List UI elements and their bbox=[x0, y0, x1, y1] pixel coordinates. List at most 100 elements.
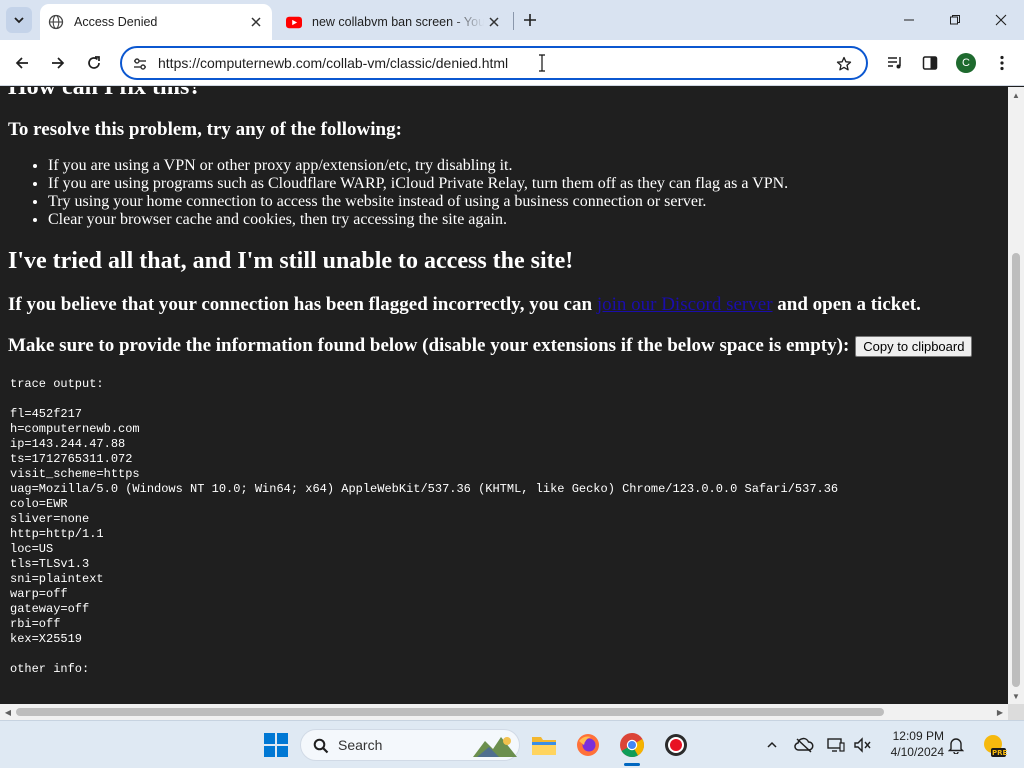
weather-badge-text: PRE bbox=[992, 749, 1008, 757]
avatar-initial: C bbox=[962, 57, 970, 69]
list-item: Clear your browser cache and cookies, th… bbox=[48, 211, 998, 229]
trace-line: colo=EWR bbox=[10, 497, 68, 511]
page-content: How can I fix this? To resolve this prob… bbox=[8, 87, 998, 677]
browser-toolbar: https://computernewb.com/collab-vm/class… bbox=[0, 40, 1024, 86]
discord-link[interactable]: join our Discord server bbox=[597, 294, 773, 315]
taskbar-search[interactable]: Search bbox=[300, 729, 520, 761]
tab-search-button[interactable] bbox=[6, 7, 32, 33]
start-button[interactable] bbox=[260, 729, 292, 761]
restore-button[interactable] bbox=[932, 0, 978, 40]
site-info-icon[interactable] bbox=[130, 54, 150, 74]
copy-to-clipboard-button[interactable]: Copy to clipboard bbox=[855, 335, 973, 357]
file-explorer-icon[interactable] bbox=[528, 729, 560, 761]
windows-taskbar: Search 12:09 PM 4/10/2024 PRE bbox=[0, 720, 1024, 768]
side-panel-icon[interactable] bbox=[919, 52, 941, 74]
horizontal-scroll-thumb[interactable] bbox=[16, 708, 884, 716]
chevron-down-icon bbox=[14, 17, 24, 24]
weather-widget-icon[interactable]: PRE bbox=[980, 732, 1008, 758]
tab-access-denied[interactable]: Access Denied bbox=[40, 4, 272, 40]
obs-recorder-icon[interactable] bbox=[660, 729, 692, 761]
chrome-icon[interactable] bbox=[616, 729, 648, 761]
search-icon bbox=[313, 738, 329, 754]
close-icon bbox=[995, 14, 1007, 26]
taskbar-clock[interactable]: 12:09 PM 4/10/2024 bbox=[880, 728, 944, 760]
trace-line: sni=plaintext bbox=[10, 572, 104, 586]
back-button[interactable] bbox=[9, 50, 35, 76]
tab-youtube[interactable]: new collabvm ban screen - You bbox=[278, 4, 510, 40]
list-item: If you are using programs such as Cloudf… bbox=[48, 175, 998, 193]
cloud-offline-icon[interactable] bbox=[794, 735, 814, 755]
vertical-scrollbar[interactable]: ▲ ▼ bbox=[1008, 87, 1024, 704]
speaker-muted-icon[interactable] bbox=[852, 735, 872, 755]
forward-button[interactable] bbox=[45, 50, 71, 76]
trace-line: gateway=off bbox=[10, 602, 90, 616]
other-info-label: other info: bbox=[10, 662, 90, 676]
heading-resolve: To resolve this problem, try any of the … bbox=[8, 119, 402, 140]
scroll-down-icon[interactable]: ▼ bbox=[1008, 688, 1024, 704]
trace-line: sliver=none bbox=[10, 512, 90, 526]
address-bar[interactable]: https://computernewb.com/collab-vm/class… bbox=[120, 46, 868, 80]
bookmark-star-icon[interactable] bbox=[834, 54, 854, 74]
scroll-up-icon[interactable]: ▲ bbox=[1008, 87, 1024, 103]
trace-line: kex=X25519 bbox=[10, 632, 83, 646]
tab-title: new collabvm ban screen - You bbox=[312, 15, 484, 29]
scroll-left-icon[interactable]: ◀ bbox=[0, 704, 16, 720]
tab-separator bbox=[513, 12, 514, 30]
trace-line: fl=452f217 bbox=[10, 407, 83, 421]
search-highlight-icon bbox=[473, 737, 517, 757]
minimize-icon bbox=[904, 19, 914, 21]
trace-output-block: trace output: fl=452f217 h=computernewb.… bbox=[8, 377, 998, 677]
make-sure-text: Make sure to provide the information fou… bbox=[8, 335, 850, 356]
vertical-scroll-thumb[interactable] bbox=[1012, 253, 1020, 687]
horizontal-scrollbar[interactable]: ◀ ▶ bbox=[0, 704, 1008, 720]
trace-line: ip=143.244.47.88 bbox=[10, 437, 126, 451]
heading-how-to-fix: How can I fix this? bbox=[8, 87, 202, 100]
chevron-up-icon[interactable] bbox=[762, 735, 782, 755]
firefox-icon[interactable] bbox=[572, 729, 604, 761]
page-viewport: How can I fix this? To resolve this prob… bbox=[0, 87, 1008, 704]
make-sure-paragraph: Make sure to provide the information fou… bbox=[8, 335, 998, 357]
arrow-right-icon bbox=[52, 57, 65, 69]
trace-line: http=http/1.1 bbox=[10, 527, 104, 541]
scroll-right-icon[interactable]: ▶ bbox=[992, 704, 1008, 720]
restore-icon bbox=[950, 15, 960, 25]
youtube-icon bbox=[286, 14, 302, 30]
plus-icon bbox=[524, 14, 536, 26]
trace-line: tls=TLSv1.3 bbox=[10, 557, 90, 571]
flag-text-before: If you believe that your connection has … bbox=[8, 294, 593, 315]
close-tab-icon[interactable] bbox=[484, 12, 504, 32]
scrollbar-corner bbox=[1008, 704, 1024, 720]
heading-still-unable: I've tried all that, and I'm still unabl… bbox=[8, 248, 574, 274]
close-window-button[interactable] bbox=[978, 0, 1024, 40]
minimize-button[interactable] bbox=[886, 0, 932, 40]
media-control-icon[interactable] bbox=[884, 52, 906, 74]
list-item: If you are using a VPN or other proxy ap… bbox=[48, 157, 998, 175]
arrow-left-icon bbox=[15, 57, 28, 69]
display-icon[interactable] bbox=[826, 735, 846, 755]
flag-text-after: and open a ticket. bbox=[777, 294, 921, 315]
trace-line: h=computernewb.com bbox=[10, 422, 140, 436]
reload-icon bbox=[88, 56, 100, 69]
trace-title: trace output: bbox=[10, 377, 104, 391]
trace-line: ts=1712765311.072 bbox=[10, 452, 133, 466]
trace-line: visit_scheme=https bbox=[10, 467, 140, 481]
notification-bell-icon[interactable] bbox=[946, 735, 966, 755]
new-tab-button[interactable] bbox=[518, 8, 542, 32]
flagged-paragraph: If you believe that your connection has … bbox=[8, 294, 998, 316]
globe-icon bbox=[48, 14, 64, 30]
clock-date: 4/10/2024 bbox=[890, 745, 944, 759]
close-tab-icon[interactable] bbox=[246, 12, 266, 32]
url-text[interactable]: https://computernewb.com/collab-vm/class… bbox=[158, 55, 508, 71]
windows-logo-icon bbox=[264, 733, 288, 757]
clock-time: 12:09 PM bbox=[892, 729, 944, 743]
active-app-indicator bbox=[624, 763, 640, 766]
trace-line: loc=US bbox=[10, 542, 54, 556]
profile-avatar[interactable]: C bbox=[956, 53, 976, 73]
fix-list: If you are using a VPN or other proxy ap… bbox=[8, 157, 998, 229]
more-menu-icon[interactable] bbox=[991, 52, 1013, 74]
trace-line: uag=Mozilla/5.0 (Windows NT 10.0; Win64;… bbox=[10, 482, 839, 496]
trace-line: warp=off bbox=[10, 587, 68, 601]
text-cursor-icon bbox=[538, 54, 546, 72]
search-label: Search bbox=[338, 737, 383, 753]
reload-button[interactable] bbox=[81, 50, 107, 76]
